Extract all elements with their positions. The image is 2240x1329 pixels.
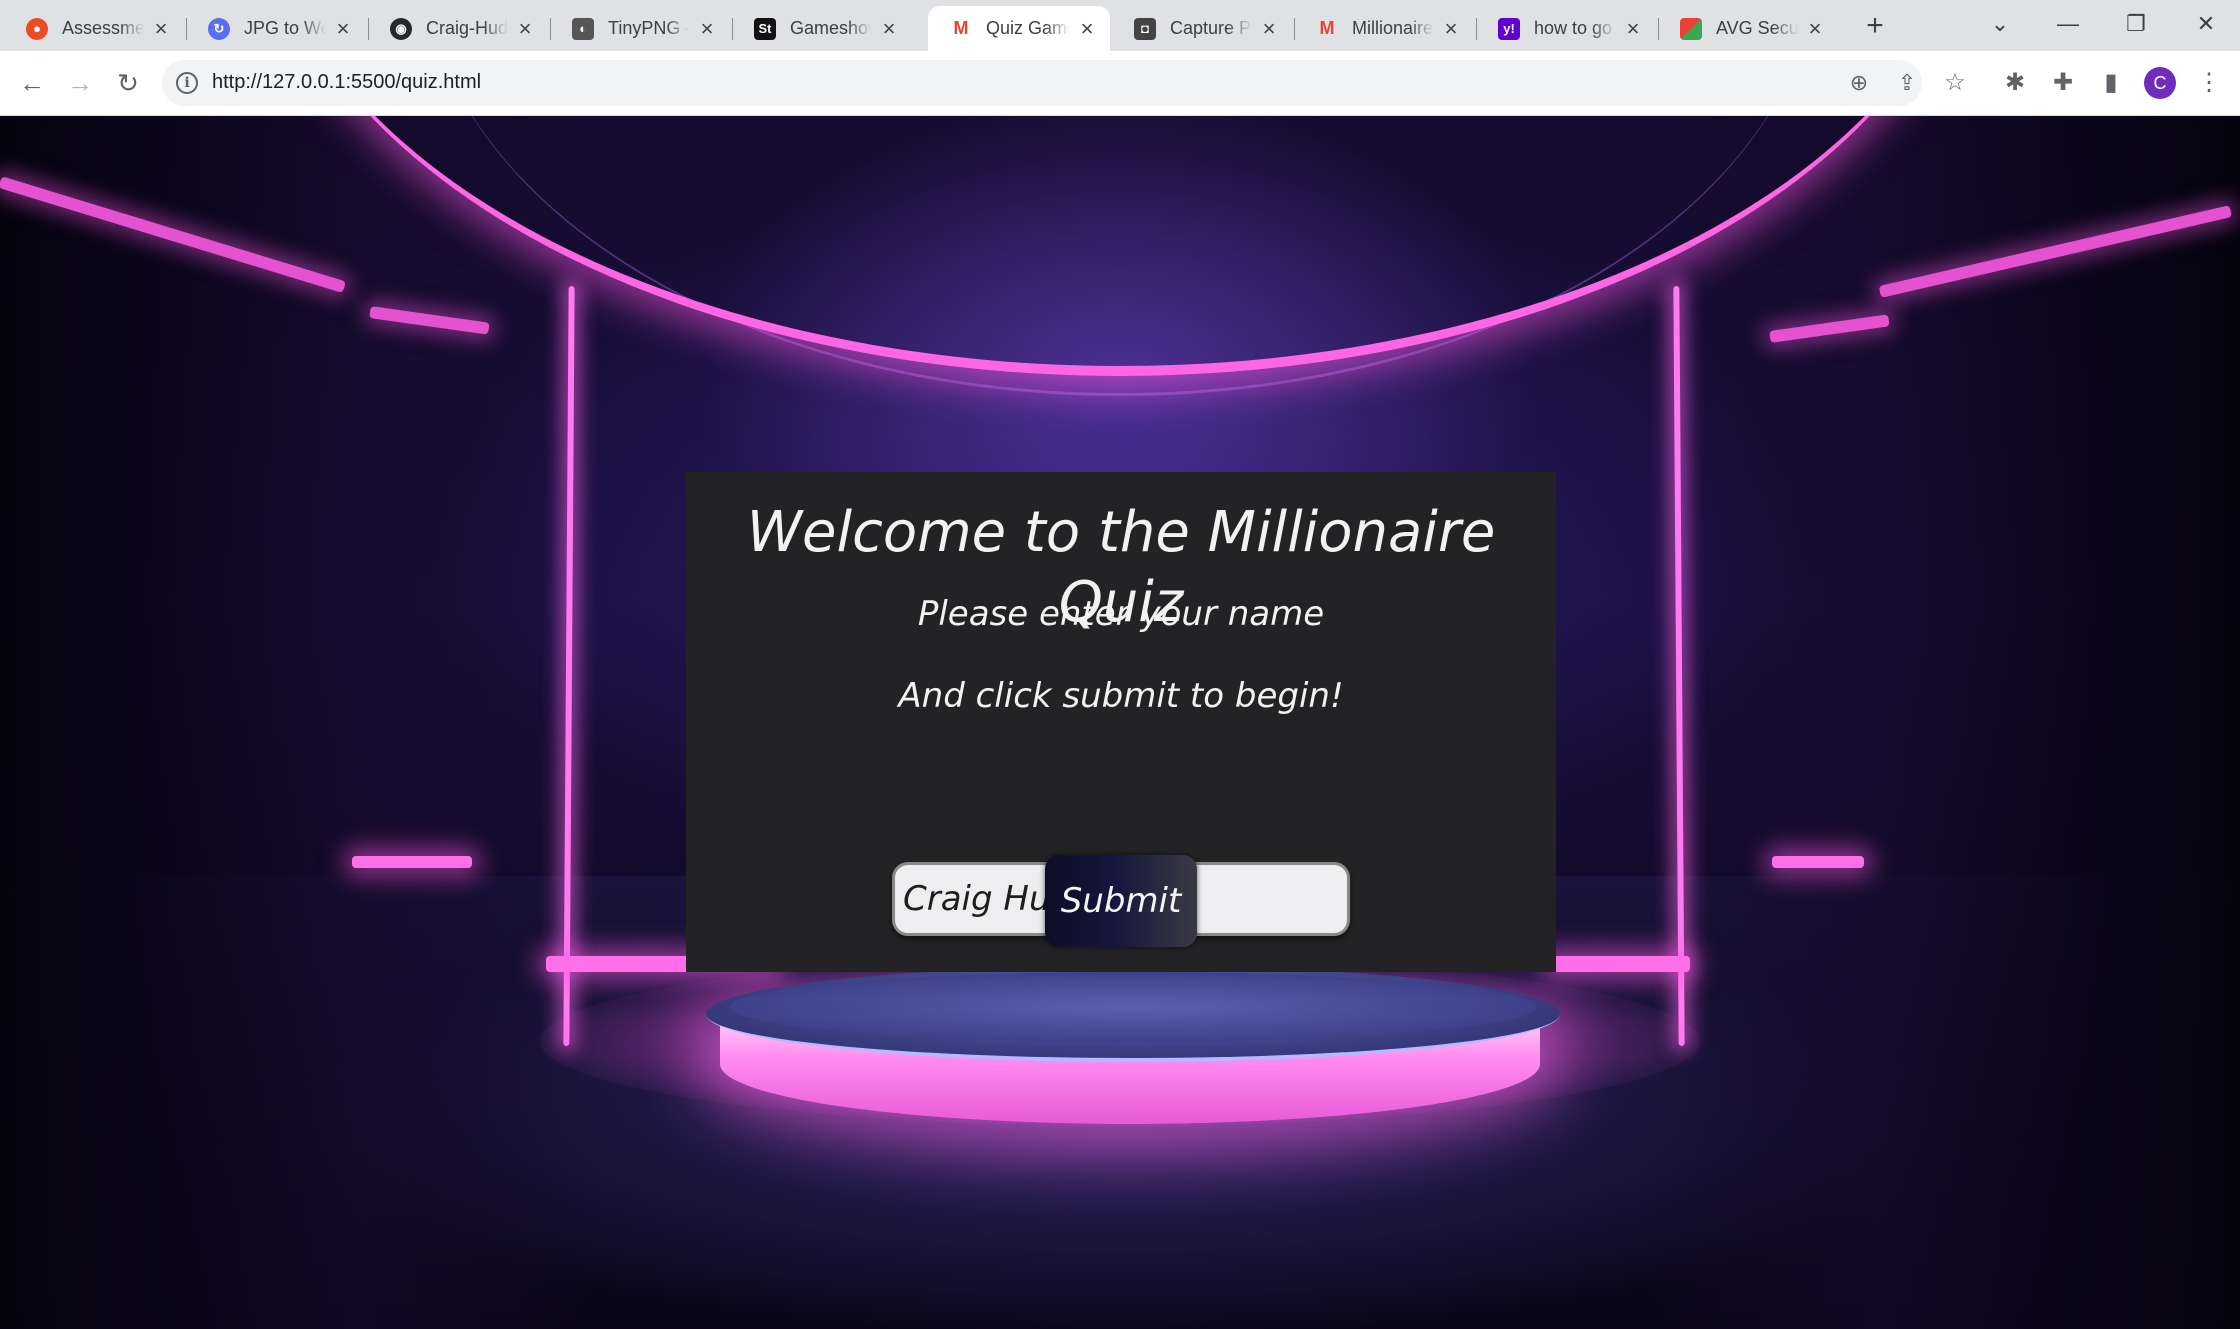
tab-title: how to go	[1534, 18, 1613, 38]
close-window-icon[interactable]: ✕	[2176, 4, 2236, 44]
tab-search-icon[interactable]: ⌄	[1970, 4, 2030, 44]
name-prompt: Please enter your name	[917, 594, 1325, 634]
tab-title: Quiz Game	[986, 18, 1070, 38]
submit-prompt: And click submit to begin!	[898, 676, 1344, 716]
bookmark-star-icon[interactable]: ☆	[1938, 66, 1972, 100]
stage-platform-inner	[730, 972, 1536, 1042]
avg-icon	[1680, 17, 1702, 40]
tab-title: Millionaire	[1352, 18, 1434, 38]
convert-icon: ↻	[208, 17, 230, 40]
tab-avg[interactable]: AVG Secur ×	[1658, 6, 1838, 51]
close-icon[interactable]: ×	[1076, 16, 1098, 42]
tab-quiz-game[interactable]: M Quiz Game ×	[928, 6, 1110, 51]
neon-bar-left	[352, 856, 472, 868]
minimize-icon[interactable]: —	[2038, 4, 2098, 44]
extensions-icon[interactable]: ✚	[2046, 66, 2080, 100]
tab-tinypng[interactable]: ◐ TinyPNG – ×	[550, 6, 730, 51]
close-icon[interactable]: ×	[1258, 16, 1280, 42]
address-bar[interactable]: i http://127.0.0.1:5500/quiz.html ⊕ ⇪	[162, 60, 1922, 106]
neon-bar-right	[1772, 856, 1864, 868]
close-icon[interactable]: ×	[514, 16, 536, 42]
tab-yahoo[interactable]: y! how to go ×	[1476, 6, 1656, 51]
camera-icon: ◘	[1134, 17, 1156, 40]
tab-github[interactable]: ◉ Craig-Hudson ×	[368, 6, 548, 51]
tab-title: AVG Secur	[1716, 18, 1798, 38]
page-viewport: Welcome to the Millionaire Quiz Please e…	[0, 116, 2240, 1329]
yahoo-icon: y!	[1498, 17, 1520, 40]
menu-kebab-icon[interactable]: ⋮	[2192, 66, 2226, 100]
neon-stage-edge-right	[1550, 956, 1690, 972]
circle-orange-icon: ●	[26, 17, 48, 40]
browser-toolbar: ← → ↻ i http://127.0.0.1:5500/quiz.html …	[0, 51, 2240, 116]
extension-bug-icon[interactable]: ✱	[1998, 66, 2032, 100]
new-tab-button[interactable]: +	[1855, 8, 1895, 44]
close-icon[interactable]: ×	[1622, 16, 1644, 42]
zoom-icon[interactable]: ⊕	[1844, 68, 1874, 98]
close-icon[interactable]: ×	[1804, 16, 1826, 42]
tab-title: Capture Ph	[1170, 18, 1252, 38]
close-icon[interactable]: ×	[1440, 16, 1462, 42]
github-icon: ◉	[390, 17, 412, 40]
url-text[interactable]: http://127.0.0.1:5500/quiz.html	[212, 71, 481, 94]
tab-title: Craig-Hudson	[426, 18, 508, 38]
close-icon[interactable]: ×	[332, 16, 354, 42]
close-icon[interactable]: ×	[696, 16, 718, 42]
gmail-icon: M	[950, 17, 972, 40]
close-icon[interactable]: ×	[878, 16, 900, 42]
tab-gameshow[interactable]: St Gameshow ×	[732, 6, 912, 51]
tab-assessment[interactable]: ● Assessment ×	[4, 6, 184, 51]
background-shadow-right	[1640, 116, 2240, 1329]
tab-title: JPG to WebP	[244, 18, 326, 38]
side-panel-icon[interactable]: ▮	[2094, 66, 2128, 100]
tab-title: Assessment	[62, 18, 144, 38]
share-icon[interactable]: ⇪	[1892, 68, 1922, 98]
forward-icon[interactable]: →	[60, 63, 100, 103]
site-info-icon[interactable]: i	[176, 72, 198, 94]
submit-button[interactable]: Submit	[1045, 855, 1197, 947]
background-shadow-left	[0, 116, 600, 1329]
gmail-icon: M	[1319, 18, 1335, 38]
close-icon[interactable]: ×	[150, 16, 172, 42]
tab-capture[interactable]: ◘ Capture Ph ×	[1112, 6, 1292, 51]
panda-icon: ◐	[572, 17, 594, 40]
reload-icon[interactable]: ↻	[108, 63, 148, 103]
shutterstock-icon: St	[754, 17, 776, 40]
tab-title: TinyPNG –	[608, 18, 690, 38]
profile-avatar[interactable]: C	[2144, 67, 2176, 99]
back-icon[interactable]: ←	[12, 63, 52, 103]
tab-millionaire[interactable]: M Millionaire ×	[1294, 6, 1474, 51]
tab-jpg-to-webp[interactable]: ↻ JPG to WebP ×	[186, 6, 366, 51]
restore-icon[interactable]: ❐	[2106, 4, 2166, 44]
tab-title: Gameshow	[790, 18, 872, 38]
tab-strip: ● Assessment × ↻ JPG to WebP × ◉ Craig-H…	[0, 0, 2240, 51]
